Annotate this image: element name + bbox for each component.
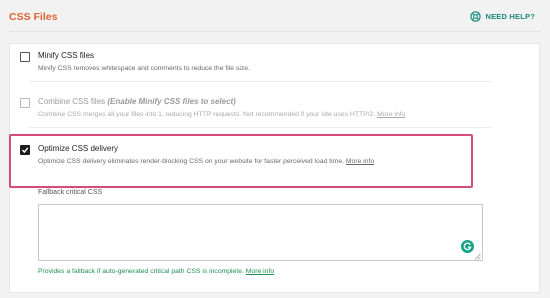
section-header: CSS Files NEED HELP? xyxy=(0,0,550,32)
fallback-help-description: Provides a fallback if auto-generated cr… xyxy=(38,268,244,275)
combine-css-description-text: Combine CSS merges all your files into 1… xyxy=(38,111,376,118)
combine-css-more-info-link[interactable]: More info xyxy=(377,111,405,118)
minify-css-title: Minify CSS files xyxy=(38,51,95,60)
combine-css-description: Combine CSS merges all your files into 1… xyxy=(38,111,405,118)
combine-css-title-note: (Enable Minify CSS files to select) xyxy=(107,97,236,106)
fallback-critical-css-label: Fallback critical CSS xyxy=(38,189,103,196)
combine-css-title: Combine CSS files (Enable Minify CSS fil… xyxy=(38,97,236,106)
fallback-help-text: Provides a fallback if auto-generated cr… xyxy=(38,268,274,275)
grammarly-icon[interactable] xyxy=(461,240,474,253)
lifebuoy-icon xyxy=(470,11,482,22)
need-help-button[interactable]: NEED HELP? xyxy=(470,11,535,22)
combine-css-title-text: Combine CSS files xyxy=(38,97,106,106)
minify-css-description: Minify CSS removes whitespace and commen… xyxy=(38,65,250,72)
fallback-more-info-link[interactable]: More info xyxy=(246,268,274,275)
grammarly-glyph-icon xyxy=(463,242,472,251)
fallback-critical-css-textarea[interactable] xyxy=(38,204,483,261)
combine-css-checkbox[interactable] xyxy=(20,98,30,108)
row-divider xyxy=(29,81,492,82)
resize-handle-icon[interactable] xyxy=(474,253,481,260)
header-divider xyxy=(9,31,541,32)
highlight-box xyxy=(9,134,473,188)
section-title: CSS Files xyxy=(9,11,58,23)
row-divider xyxy=(29,127,492,128)
need-help-label: NEED HELP? xyxy=(485,12,535,21)
minify-css-checkbox[interactable] xyxy=(20,52,30,62)
